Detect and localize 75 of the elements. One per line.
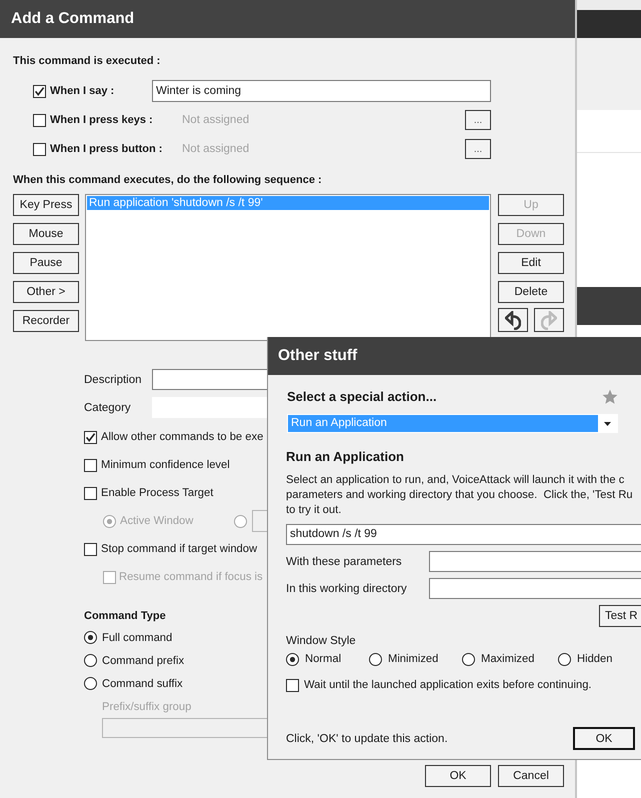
radio-label: Hidden <box>577 653 612 665</box>
text-field[interactable] <box>429 578 641 599</box>
section-heading: When this command executes, do the following sequence : <box>13 173 322 188</box>
radio-label: Minimized <box>388 653 438 665</box>
checkbox-label: Wait until the launched application exits before continuing. <box>304 679 592 691</box>
radio-button[interactable] <box>84 654 97 667</box>
field-label: Category <box>84 402 131 414</box>
section-heading: This command is executed : <box>13 54 160 69</box>
radio-label: Full command <box>102 632 172 644</box>
text-field[interactable] <box>152 369 267 390</box>
section-heading: Command Type <box>84 609 166 624</box>
text-field[interactable]: Winter is coming <box>152 80 491 102</box>
add-action-button[interactable]: Mouse <box>13 223 79 245</box>
radio-label: Normal <box>305 653 342 665</box>
list-button[interactable]: Edit <box>498 252 564 274</box>
group-label: Window Style <box>286 634 356 649</box>
text-field[interactable] <box>252 510 267 532</box>
redo-button[interactable] <box>534 308 564 332</box>
radio-label: Command suffix <box>102 678 183 690</box>
browse-button[interactable]: ... <box>465 110 491 130</box>
window-title: Other stuff <box>278 346 358 366</box>
radio-button[interactable] <box>84 677 97 690</box>
section-heading: Select a special action... <box>287 388 437 406</box>
footer-bar <box>577 287 641 325</box>
cancel-button[interactable]: Cancel <box>498 765 564 787</box>
checkbox[interactable] <box>84 430 97 444</box>
radio-button[interactable] <box>558 652 571 666</box>
text-field[interactable] <box>102 718 267 738</box>
field-label: In this working directory <box>286 582 407 594</box>
browse-button[interactable]: ... <box>465 139 491 159</box>
text-field[interactable] <box>429 551 641 572</box>
checkbox[interactable] <box>286 678 299 692</box>
field-label: Prefix/suffix group <box>102 700 192 715</box>
description-text: Select an application to run, and, VoiceAttack will launch it with the c parameters and working directory that you choose. Click the, 'Test Ru to try it out. <box>286 473 633 518</box>
checkbox-label: Allow other commands to be exe <box>101 431 264 443</box>
field-label: Description <box>84 374 142 386</box>
caret-icon <box>604 422 611 426</box>
checkbox[interactable] <box>33 142 46 156</box>
ok-button[interactable]: OK <box>425 765 491 787</box>
binding-value: Not assigned <box>182 143 250 155</box>
radio-label: Command prefix <box>102 654 184 666</box>
checkbox-label: When I say : <box>50 85 114 97</box>
test-run-button[interactable]: Test R <box>599 605 641 627</box>
add-action-button[interactable]: Other > <box>13 281 79 303</box>
checkbox[interactable] <box>84 542 97 556</box>
checkbox-label: Resume command if focus is <box>119 571 263 583</box>
field-label: With these parameters <box>286 556 402 568</box>
checkbox-label: Minimum confidence level <box>101 459 230 471</box>
add-action-button[interactable]: Key Press <box>13 194 79 216</box>
checkbox[interactable] <box>84 486 97 500</box>
radio-button[interactable] <box>369 652 382 666</box>
radio-label: Active Window <box>120 515 194 527</box>
checkbox[interactable] <box>84 458 97 472</box>
window-title: Add a Command <box>11 9 134 29</box>
checkbox[interactable] <box>33 114 46 126</box>
radio-label: Maximized <box>481 653 534 665</box>
hint-text: Click, 'OK' to update this action. <box>286 732 448 744</box>
checkbox-label: When I press keys : <box>50 114 153 126</box>
section-heading: Run an Application <box>286 448 404 466</box>
radio-button[interactable] <box>462 652 475 666</box>
text-field[interactable]: shutdown /s /t 99 <box>286 524 641 545</box>
list-button[interactable]: Delete <box>498 281 564 303</box>
star-icon[interactable] <box>602 389 618 405</box>
title-bar <box>577 10 641 38</box>
add-action-button[interactable]: Pause <box>13 252 79 274</box>
add-action-button[interactable]: Recorder <box>13 310 79 332</box>
radio-button[interactable] <box>84 631 97 644</box>
checkbox-label: Enable Process Target <box>101 487 214 499</box>
checkbox-label: When I press button : <box>50 143 162 155</box>
undo-button[interactable] <box>498 308 528 332</box>
radio-button[interactable] <box>286 652 299 666</box>
ok-button[interactable]: OK <box>573 727 635 750</box>
checkbox[interactable] <box>33 84 46 98</box>
binding-value: Not assigned <box>182 114 250 126</box>
checkbox-label: Stop command if target window <box>101 543 258 555</box>
